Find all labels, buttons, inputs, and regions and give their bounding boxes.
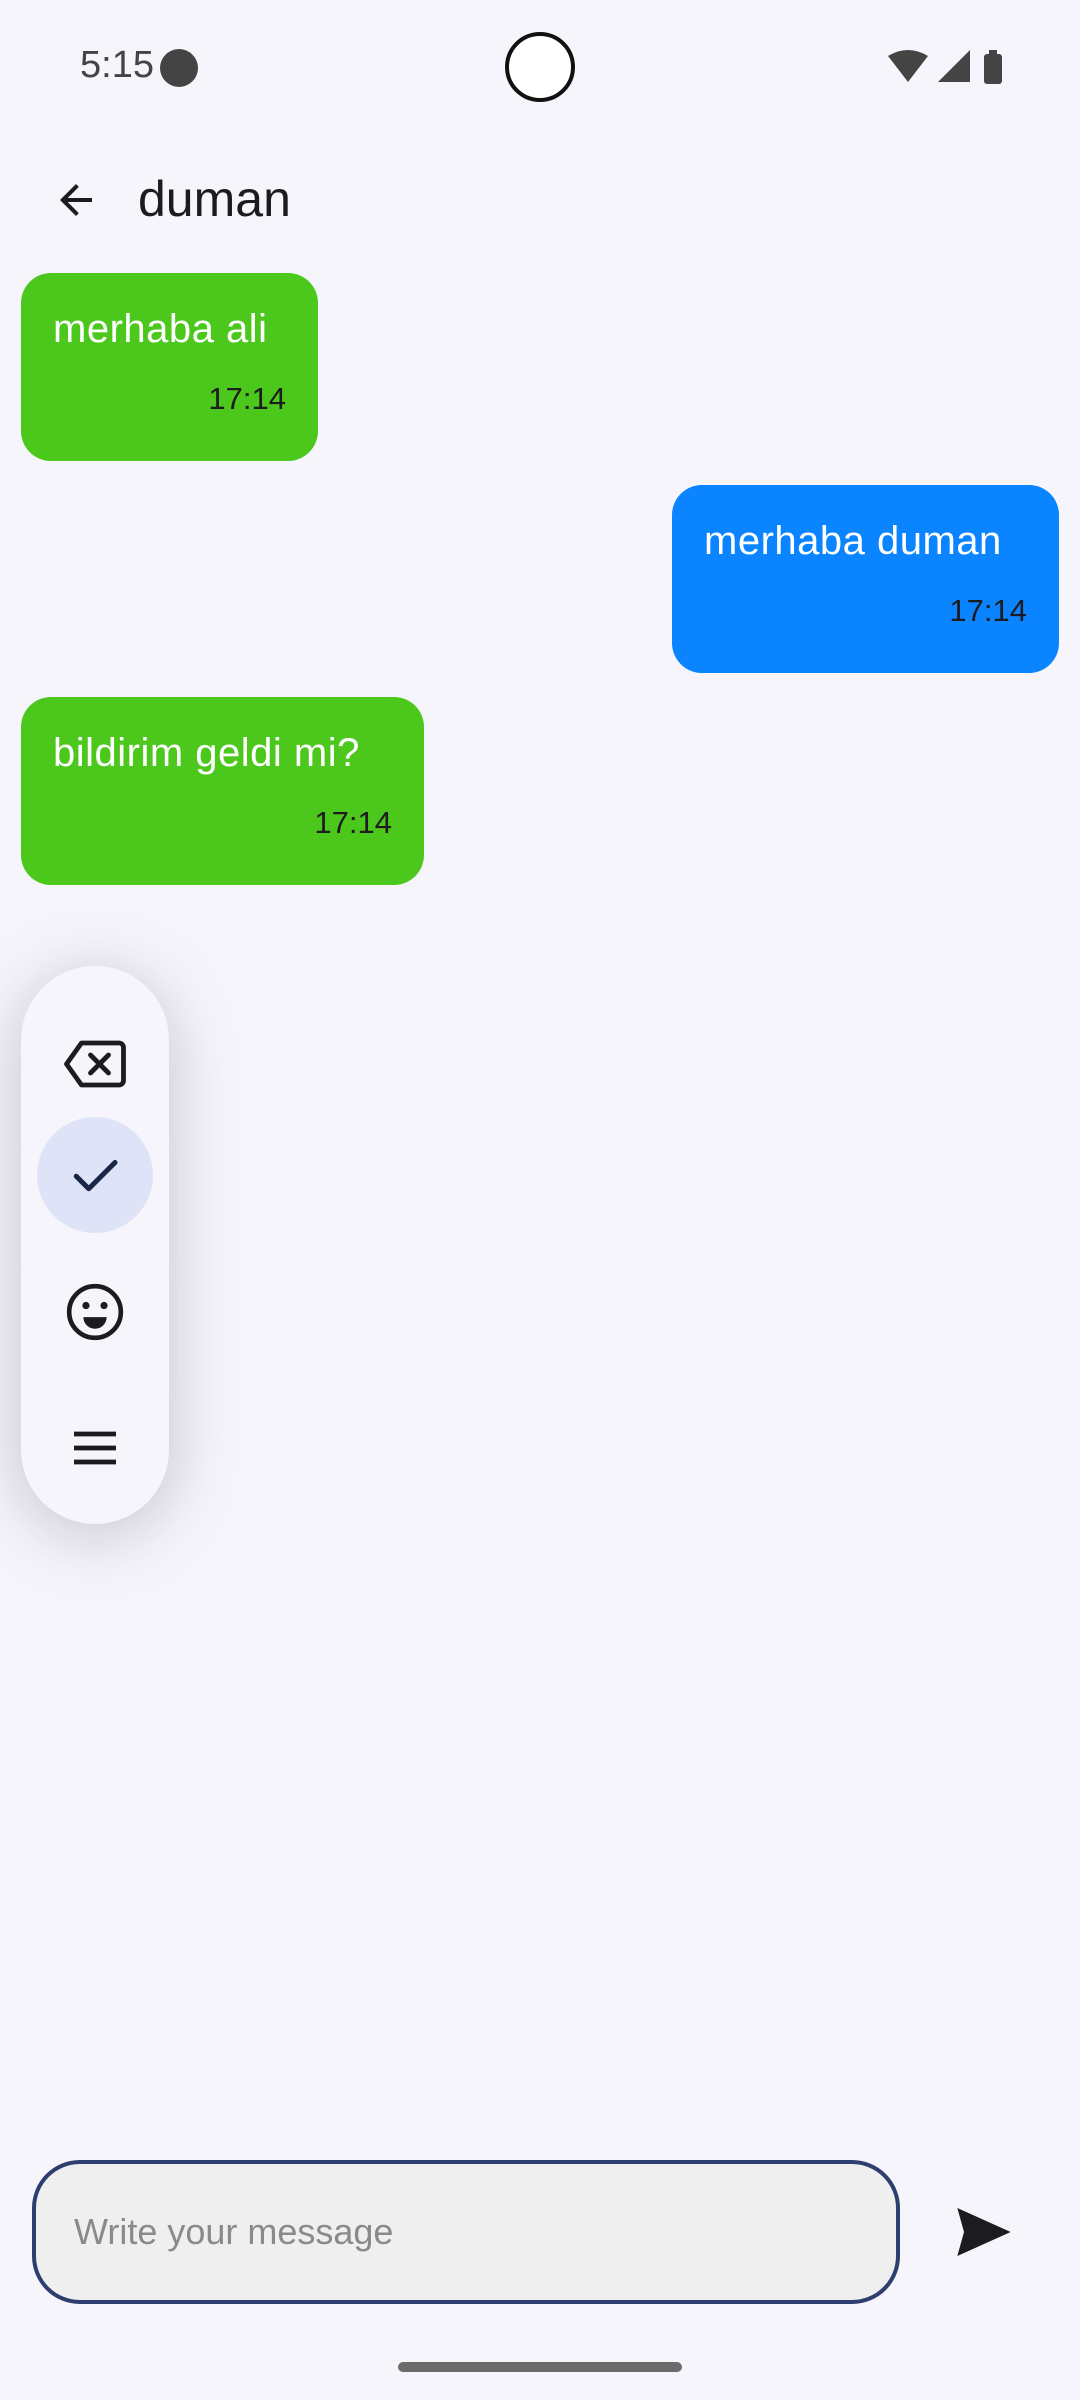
home-indicator[interactable] [398, 2362, 682, 2372]
send-button[interactable] [940, 2188, 1028, 2276]
menu-button[interactable] [37, 1390, 153, 1506]
message-composer [0, 2150, 1080, 2320]
message-time: 17:14 [314, 805, 392, 840]
emoji-icon [66, 1283, 124, 1341]
cellular-signal-icon [938, 50, 970, 82]
status-bar: 5:15 [0, 0, 1080, 136]
chat-title: duman [138, 171, 291, 227]
message-time: 17:14 [949, 593, 1027, 628]
camera-cutout [505, 32, 575, 102]
message-input[interactable] [32, 2160, 900, 2304]
check-button[interactable] [37, 1117, 153, 1233]
backspace-icon [64, 1040, 126, 1088]
message-time: 17:14 [208, 381, 286, 416]
message-text: merhaba duman [704, 519, 1002, 563]
battery-icon [984, 50, 1002, 84]
message-bubble[interactable]: merhaba duman 17:14 [672, 485, 1059, 673]
menu-icon [74, 1431, 116, 1465]
floating-toolbar [21, 966, 169, 1524]
send-icon [957, 2208, 1011, 2256]
back-arrow-icon [60, 184, 92, 216]
notification-dot-icon [160, 49, 198, 87]
emoji-button[interactable] [37, 1254, 153, 1370]
status-time: 5:15 [80, 44, 154, 86]
message-text: merhaba ali [53, 307, 268, 351]
message-bubble[interactable]: merhaba ali 17:14 [21, 273, 318, 461]
wifi-icon [888, 50, 928, 82]
app-bar: duman [0, 150, 1080, 250]
check-icon [73, 1160, 118, 1192]
message-text: bildirim geldi mi? [53, 731, 360, 775]
back-button[interactable] [40, 164, 112, 236]
message-bubble[interactable]: bildirim geldi mi? 17:14 [21, 697, 424, 885]
backspace-button[interactable] [37, 1006, 153, 1122]
status-icons [888, 48, 1008, 88]
